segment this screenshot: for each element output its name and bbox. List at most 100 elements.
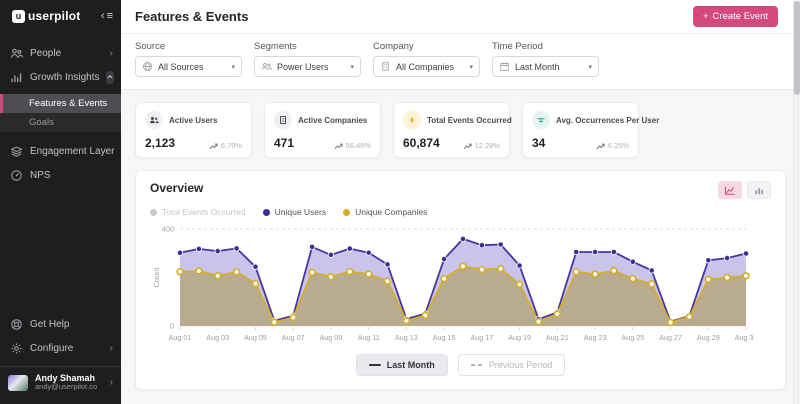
legend-total-events[interactable]: Total Events Occurred bbox=[150, 207, 246, 217]
solid-line-icon bbox=[369, 364, 381, 366]
svg-text:0: 0 bbox=[170, 322, 174, 331]
user-profile[interactable]: Andy Shamah andy@userpilot.co › bbox=[0, 367, 121, 400]
sidebar-item-engagement-layer[interactable]: Engagement Layer › bbox=[0, 139, 121, 163]
legend-unique-users[interactable]: Unique Users bbox=[263, 207, 327, 217]
sidebar-item-configure[interactable]: Configure › bbox=[0, 336, 121, 360]
average-icon bbox=[532, 111, 550, 129]
company-dropdown[interactable]: All Companies ▾ bbox=[373, 56, 480, 77]
line-chart-toggle[interactable] bbox=[718, 181, 742, 199]
scrollbar-thumb[interactable] bbox=[794, 1, 800, 95]
legend-dot bbox=[343, 209, 350, 216]
svg-text:Aug 13: Aug 13 bbox=[395, 333, 418, 342]
stat-cards: Active Users 2,123 6.79% bbox=[135, 102, 786, 158]
sidebar-item-label: Features & Events bbox=[29, 98, 107, 109]
dashed-line-icon bbox=[471, 364, 483, 366]
filter-time-period: Time Period Last Month ▾ bbox=[492, 41, 599, 77]
svg-text:Aug 19: Aug 19 bbox=[508, 333, 531, 342]
page-title: Features & Events bbox=[135, 9, 248, 24]
chart-type-toggles bbox=[718, 181, 771, 199]
filter-bar: Source All Sources ▾ Segments Power User… bbox=[121, 34, 800, 90]
svg-text:Aug 23: Aug 23 bbox=[584, 333, 607, 342]
lightning-icon bbox=[403, 111, 421, 129]
sidebar-item-label: Get Help bbox=[30, 319, 69, 330]
gauge-icon bbox=[10, 169, 23, 182]
logo-text: userpilot bbox=[28, 9, 80, 23]
calendar-icon bbox=[499, 61, 510, 72]
logo: u userpilot ‹ ≡ bbox=[0, 0, 121, 29]
filter-label: Time Period bbox=[492, 41, 599, 52]
svg-text:Aug 31: Aug 31 bbox=[735, 333, 754, 342]
svg-text:Aug 07: Aug 07 bbox=[282, 333, 305, 342]
legend-dot bbox=[150, 209, 157, 216]
chevron-right-icon: › bbox=[110, 48, 113, 59]
create-event-button[interactable]: + Create Event bbox=[693, 6, 778, 27]
time-period-dropdown[interactable]: Last Month ▾ bbox=[492, 56, 599, 77]
collapse-chevron-icon: ‹ bbox=[101, 10, 105, 22]
stat-change: 6.79% bbox=[221, 141, 242, 150]
gear-icon bbox=[10, 342, 23, 355]
stat-change: 6.25% bbox=[608, 141, 629, 150]
scrollbar-track bbox=[793, 0, 800, 404]
growth-insights-submenu: Features & Events Goals bbox=[0, 94, 121, 132]
filter-label: Source bbox=[135, 41, 242, 52]
stat-card-total-events: Total Events Occurred 60,874 12.28% bbox=[393, 102, 510, 158]
svg-text:Aug 03: Aug 03 bbox=[206, 333, 229, 342]
active-users-icon bbox=[145, 111, 163, 129]
sidebar-item-label: NPS bbox=[30, 170, 51, 181]
svg-text:Aug 25: Aug 25 bbox=[621, 333, 644, 342]
sidebar-collapse-button[interactable]: ‹ ≡ bbox=[101, 10, 113, 22]
chevron-right-icon: › bbox=[110, 377, 113, 388]
stat-card-active-companies: Active Companies 471 56.48% bbox=[264, 102, 381, 158]
menu-icon: ≡ bbox=[107, 10, 113, 22]
svg-text:Count: Count bbox=[152, 267, 161, 288]
previous-period-button[interactable]: Previous Period bbox=[458, 354, 566, 376]
period-buttons: Last Month Previous Period bbox=[150, 354, 771, 376]
chevron-right-icon: › bbox=[110, 343, 113, 354]
page-header: Features & Events + Create Event bbox=[121, 0, 800, 34]
stat-label: Avg. Occurrences Per User bbox=[556, 116, 659, 125]
stat-label: Active Users bbox=[169, 116, 217, 125]
caret-down-icon: ▾ bbox=[350, 63, 354, 71]
last-month-button[interactable]: Last Month bbox=[356, 354, 448, 376]
sidebar-item-goals[interactable]: Goals bbox=[0, 113, 121, 132]
filter-label: Company bbox=[373, 41, 480, 52]
caret-down-icon: ▾ bbox=[469, 63, 473, 71]
sidebar-item-features-events[interactable]: Features & Events bbox=[0, 94, 121, 113]
svg-text:Aug 27: Aug 27 bbox=[659, 333, 682, 342]
svg-text:Aug 05: Aug 05 bbox=[244, 333, 267, 342]
chevron-up-icon[interactable] bbox=[106, 71, 114, 84]
stat-value: 34 bbox=[532, 136, 545, 150]
logo-mark-icon: u bbox=[12, 10, 25, 23]
bar-chart-icon bbox=[10, 71, 23, 84]
legend-unique-companies[interactable]: Unique Companies bbox=[343, 207, 427, 217]
svg-text:Aug 01: Aug 01 bbox=[169, 333, 192, 342]
sidebar-item-people[interactable]: People › bbox=[0, 41, 121, 65]
dropdown-value: Power Users bbox=[277, 62, 329, 72]
period-button-label: Last Month bbox=[387, 360, 435, 370]
app-root: u userpilot ‹ ≡ People › Growth Insights bbox=[0, 0, 800, 404]
sidebar-item-get-help[interactable]: Get Help bbox=[0, 312, 121, 336]
svg-text:Aug 15: Aug 15 bbox=[433, 333, 456, 342]
building-icon bbox=[380, 61, 391, 72]
layers-icon bbox=[10, 145, 23, 158]
sidebar-item-label: Configure bbox=[30, 343, 73, 354]
avatar bbox=[8, 375, 28, 391]
dropdown-value: Last Month bbox=[515, 62, 560, 72]
bar-chart-toggle[interactable] bbox=[747, 181, 771, 199]
caret-down-icon: ▾ bbox=[588, 63, 592, 71]
sidebar-item-growth-insights[interactable]: Growth Insights bbox=[0, 65, 121, 89]
stat-card-avg-occurrences: Avg. Occurrences Per User 34 6.25% bbox=[522, 102, 639, 158]
stat-label: Total Events Occurred bbox=[427, 116, 512, 125]
period-button-label: Previous Period bbox=[489, 360, 553, 370]
sidebar-item-label: Goals bbox=[29, 117, 54, 128]
sidebar-item-nps[interactable]: NPS bbox=[0, 163, 121, 187]
legend-label: Total Events Occurred bbox=[162, 207, 246, 217]
source-dropdown[interactable]: All Sources ▾ bbox=[135, 56, 242, 77]
user-email: andy@userpilot.co bbox=[35, 383, 97, 392]
people-icon bbox=[10, 47, 23, 60]
users-icon bbox=[261, 61, 272, 72]
legend-dot bbox=[263, 209, 270, 216]
svg-text:Aug 09: Aug 09 bbox=[320, 333, 343, 342]
segments-dropdown[interactable]: Power Users ▾ bbox=[254, 56, 361, 77]
stat-value: 2,123 bbox=[145, 136, 175, 150]
